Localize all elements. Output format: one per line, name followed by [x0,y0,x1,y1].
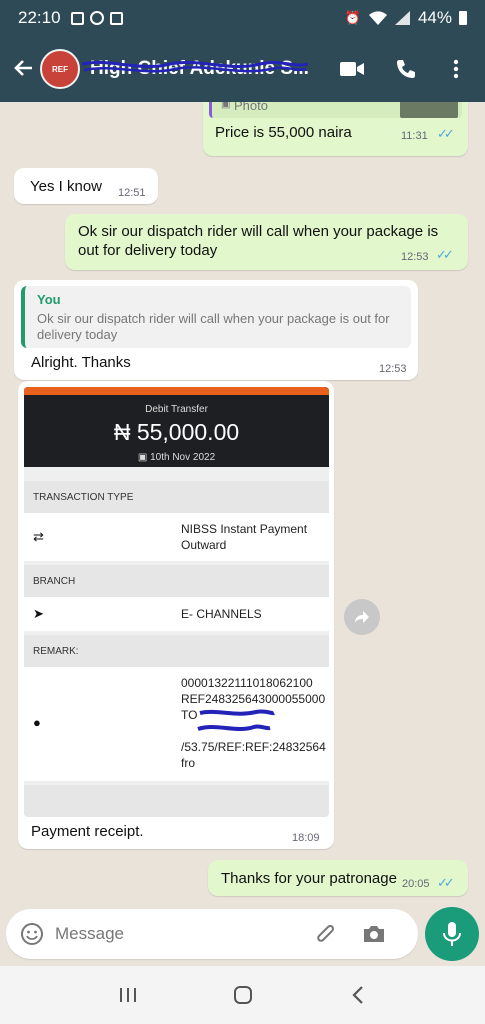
status-time: 22:10 [18,8,61,27]
attach-icon[interactable] [311,919,341,949]
read-ticks-icon: ✓✓ [437,126,455,141]
message-bubble-outgoing[interactable]: ▣ Photo Price is 55,000 naira 11:31 ✓✓ [203,102,468,156]
message-time: 11:31 [401,130,428,142]
remark-redacted [181,724,184,738]
image-caption: Payment receipt. [31,823,144,840]
remark-row: ● 00001322111018062100 REF24832564300005… [24,667,329,781]
wifi-icon [368,11,387,25]
notification-icons [70,11,123,25]
status-bar: 22:10 ⏰ 44% [0,0,485,36]
camera-icon[interactable] [359,919,389,949]
photo-thumbnail[interactable] [400,102,458,118]
receipt-date: 10th Nov 2022 [150,452,216,463]
avatar[interactable]: REF [40,49,80,89]
battery-icon [459,11,467,25]
message-bubble-incoming[interactable]: You Ok sir our dispatch rider will call … [14,280,418,380]
remark-line3: TO [181,708,198,722]
message-text: Alright. Thanks [31,354,131,371]
message-time: 12:53 [379,363,407,375]
location-arrow-icon: ➤ [33,606,44,621]
photo-quote-label: Photo [234,102,268,113]
photo-icon: ▣ [221,102,231,110]
message-time: 18:09 [292,832,320,844]
message-time: 12:53 [401,251,429,263]
mic-icon [443,922,461,946]
message-bubble-outgoing[interactable]: Ok sir our dispatch rider will call when… [65,214,468,270]
remark-label: REMARK: [24,635,329,667]
message-bubble-outgoing[interactable]: Thanks for your patronage 20:05 ✓✓ [208,860,468,896]
remark-line6: fro [181,756,196,770]
transfer-icon: ⇄ [33,529,44,544]
message-time: 20:05 [402,878,430,890]
chat-area[interactable]: ▣ Photo Price is 55,000 naira 11:31 ✓✓ Y… [0,102,485,902]
message-time: 12:51 [118,187,146,199]
branch-value: E- CHANNELS [181,607,262,621]
receipt-image[interactable]: Debit Transfer ₦ 55,000.00 ▣ 10th Nov 20… [24,387,329,817]
remark-redaction-scribble [197,709,275,731]
forward-icon[interactable] [344,599,380,635]
calendar-icon: ▣ [137,452,151,463]
phone-icon[interactable] [384,47,428,91]
message-text: Price is 55,000 naira [215,124,352,141]
quoted-message[interactable]: You Ok sir our dispatch rider will call … [21,286,411,348]
comment-icon: ● [33,715,41,730]
gallery-notification-icon [70,11,84,25]
name-redaction-scribble [81,60,309,73]
transaction-type-row: ⇄ NIBSS Instant Payment Outward [24,513,329,561]
transaction-type-line2: Outward [181,538,227,552]
receipt-amount: ₦ 55,000.00 [113,419,240,445]
branch-label: BRANCH [24,565,329,597]
transaction-type-line1: NIBSS Instant Payment [181,522,308,536]
message-input[interactable] [55,924,295,944]
mic-button[interactable] [425,907,479,961]
read-ticks-icon: ✓✓ [437,875,455,890]
quote-text: Ok sir our dispatch rider will call when… [37,311,390,342]
back-arrow-icon[interactable] [6,52,40,86]
recent-apps-icon[interactable] [108,975,148,1015]
remark-line1: 00001322111018062100 [181,676,313,690]
receipt-date-row: ▣ 10th Nov 2022 [24,452,329,463]
branch-row: ➤ E- CHANNELS [24,597,329,631]
transaction-type-value: NIBSS Instant Payment Outward [181,521,307,553]
signal-icon [394,11,410,25]
alarm-icon: ⏰ [344,10,361,25]
avatar-text: REF [52,64,68,74]
quote-author: You [37,292,61,307]
message-text: Thanks for your patronage [221,870,397,887]
receipt-header: Debit Transfer ₦ 55,000.00 ▣ 10th Nov 20… [24,387,329,467]
photo-quote[interactable]: ▣ Photo [209,102,462,118]
message-input-bar [6,909,418,959]
remark-line5: /53.75/REF:REF:24832564 [181,740,326,754]
message-bubble-incoming[interactable]: Yes I know 12:51 [14,168,158,204]
home-icon[interactable] [223,975,263,1015]
battery-level: 44% [417,8,452,27]
remark-line2: REF248325643000055000 [181,692,326,706]
system-nav-bar [0,966,485,1024]
video-call-icon[interactable] [330,47,374,91]
more-options-icon[interactable] [434,47,478,91]
app-notification-icon [109,11,123,25]
receipt-footer [24,785,329,817]
emoji-icon[interactable] [19,921,45,947]
back-icon[interactable] [338,975,378,1015]
whatsapp-notification-icon [89,11,104,25]
transaction-type-label: TRANSACTION TYPE [24,481,329,513]
message-text: Yes I know [30,178,102,195]
receipt-title: Debit Transfer [145,404,208,415]
read-ticks-icon: ✓✓ [436,247,454,262]
